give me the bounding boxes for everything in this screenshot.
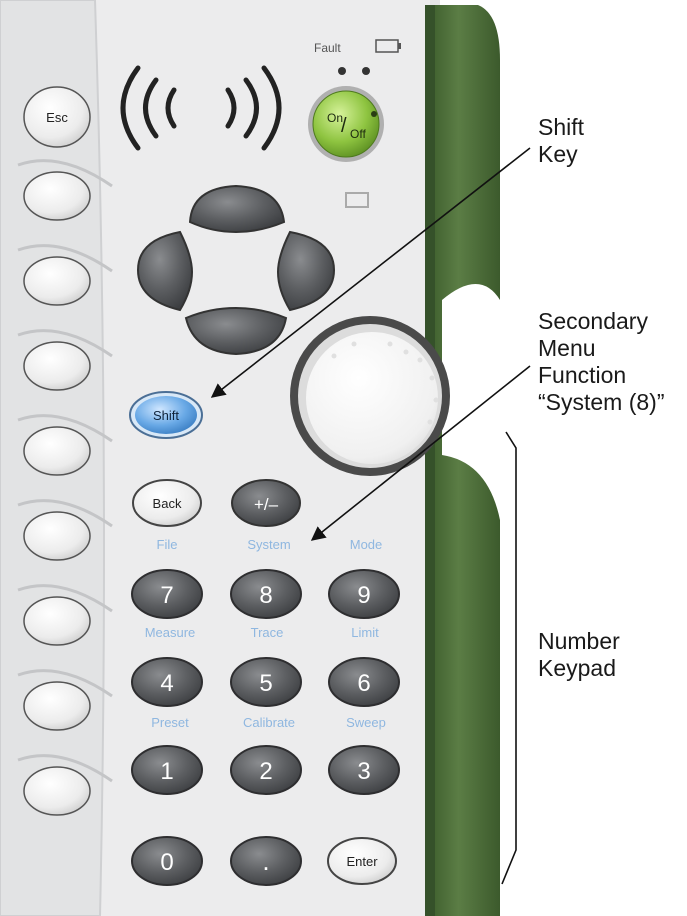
key-7-label: 7 xyxy=(160,582,173,609)
decimal-point-key-label: . xyxy=(262,846,269,876)
power-button[interactable]: On / Off xyxy=(308,86,384,162)
key-4[interactable]: 4 xyxy=(131,657,203,707)
secondary-menu-callout: Secondary Menu Function “System (8)” xyxy=(538,308,665,415)
power-off-text: Off xyxy=(350,127,366,141)
shift-key[interactable]: Shift xyxy=(129,391,203,439)
key-8-label: 8 xyxy=(259,582,272,609)
secondary-limit-label: Limit xyxy=(351,625,379,640)
decimal-point-key[interactable]: . xyxy=(230,836,302,886)
plus-minus-key[interactable]: +/– xyxy=(231,479,301,527)
battery-led xyxy=(362,67,370,75)
rubber-bezel xyxy=(425,5,500,916)
power-slash: / xyxy=(341,115,347,137)
secondary-file-label: File xyxy=(157,537,178,552)
key-4-label: 4 xyxy=(160,670,173,697)
power-indicator-dot xyxy=(371,111,377,117)
fault-led xyxy=(338,67,346,75)
shift-key-label: Shift xyxy=(153,408,179,423)
number-keypad-bracket xyxy=(501,431,517,885)
secondary-calibrate-label: Calibrate xyxy=(243,715,295,730)
key-6[interactable]: 6 xyxy=(328,657,400,707)
key-6-label: 6 xyxy=(357,670,370,697)
back-key-label: Back xyxy=(153,496,182,511)
key-7[interactable]: 7 xyxy=(131,569,203,619)
key-5[interactable]: 5 xyxy=(230,657,302,707)
number-keypad-callout: Number Keypad xyxy=(538,628,620,681)
enter-key-label: Enter xyxy=(346,854,378,869)
secondary-sweep-label: Sweep xyxy=(346,715,386,730)
key-0[interactable]: 0 xyxy=(131,836,203,886)
secondary-system-label: System xyxy=(247,537,290,552)
plus-minus-key-label: +/– xyxy=(254,495,279,514)
secondary-measure-label: Measure xyxy=(145,625,196,640)
esc-key[interactable]: Esc xyxy=(23,86,91,148)
key-8[interactable]: 8 xyxy=(230,569,302,619)
secondary-mode-label: Mode xyxy=(350,537,383,552)
back-key[interactable]: Back xyxy=(132,479,202,527)
key-9-label: 9 xyxy=(357,582,370,609)
key-9[interactable]: 9 xyxy=(328,569,400,619)
secondary-preset-label: Preset xyxy=(151,715,189,730)
rotary-knob[interactable] xyxy=(290,316,450,476)
key-0-label: 0 xyxy=(160,849,173,876)
knob-face xyxy=(306,332,438,464)
fault-label: Fault xyxy=(314,41,341,55)
key-1[interactable]: 1 xyxy=(131,745,203,795)
shift-key-callout: Shift Key xyxy=(538,114,585,167)
secondary-trace-label: Trace xyxy=(251,625,284,640)
enter-key[interactable]: Enter xyxy=(327,837,397,885)
key-5-label: 5 xyxy=(259,670,272,697)
key-3[interactable]: 3 xyxy=(328,745,400,795)
key-1-label: 1 xyxy=(160,758,173,785)
key-2-label: 2 xyxy=(259,758,272,785)
key-2[interactable]: 2 xyxy=(230,745,302,795)
key-3-label: 3 xyxy=(357,758,370,785)
bezel-edge xyxy=(425,5,435,916)
esc-key-label: Esc xyxy=(46,110,68,125)
